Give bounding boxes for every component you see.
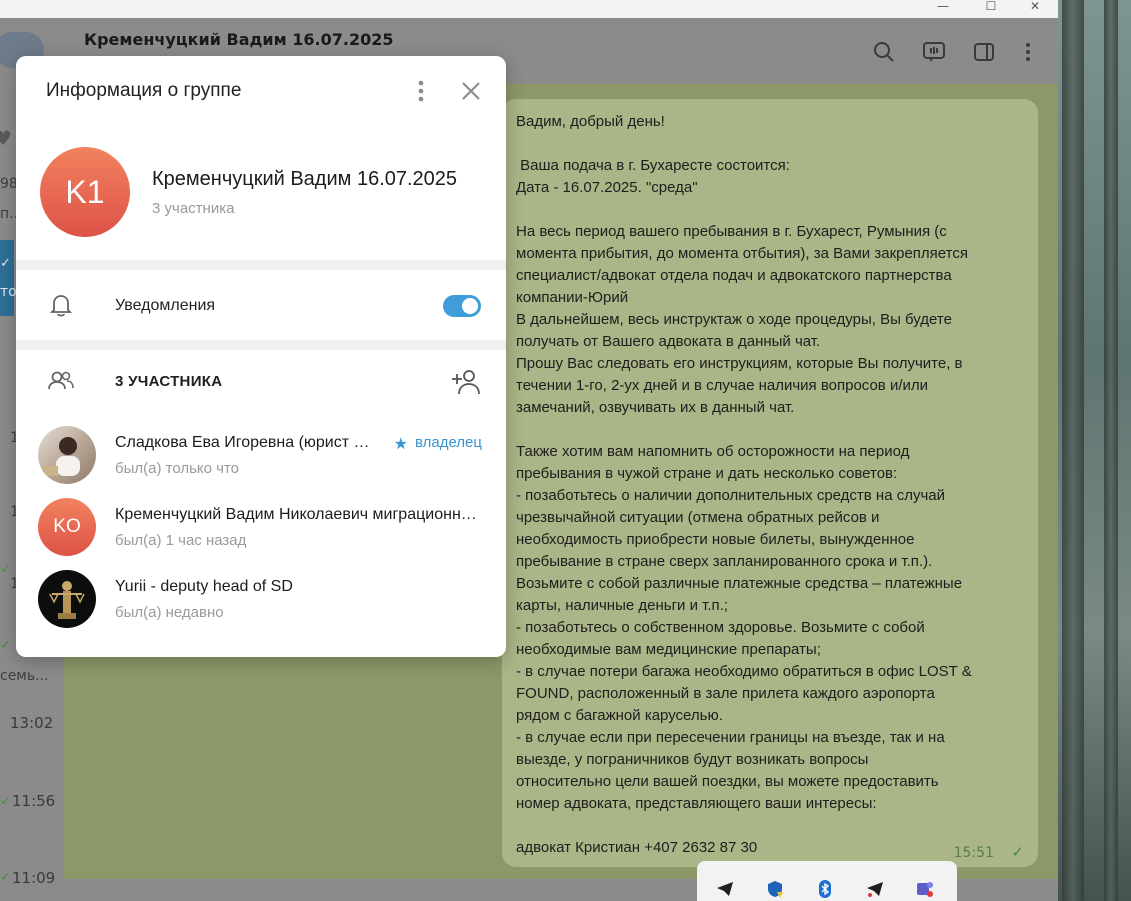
group-member-count: 3 участника (152, 200, 235, 217)
tree-trunk (1104, 0, 1118, 901)
section-divider (16, 340, 506, 350)
search-icon[interactable] (872, 40, 896, 64)
member-avatar (38, 426, 96, 484)
member-avatar (38, 570, 96, 628)
member-status: был(а) недавно (115, 604, 224, 621)
add-member-icon[interactable] (450, 367, 482, 397)
member-avatar: KO (38, 498, 96, 556)
telegram-icon[interactable] (715, 879, 735, 899)
group-members-icon (48, 371, 74, 390)
notifications-label: Уведомления (115, 297, 216, 314)
member-name: Кременчуцкий Вадим Николаевич миграционн… (115, 506, 483, 523)
read-check-icon: ✓ (1011, 843, 1024, 861)
more-options-icon[interactable] (408, 78, 434, 104)
member-row[interactable]: KO Кременчуцкий Вадим Николаевич миграци… (16, 498, 506, 568)
member-row[interactable]: Yurii - deputy head of SD был(а) недавно (16, 570, 506, 640)
group-avatar[interactable]: K1 (40, 147, 130, 237)
sidebar-toggle-icon[interactable] (972, 40, 996, 64)
read-check-icon: ✓ (0, 794, 11, 809)
chat-preview-fragment: то (0, 284, 17, 300)
minimize-button[interactable]: — (920, 0, 966, 18)
dialog-title: Информация о группе (46, 80, 242, 101)
members-header: 3 УЧАСТНИКА (115, 373, 223, 390)
member-status: был(а) 1 час назад (115, 532, 247, 549)
member-row[interactable]: Сладкова Ева Игоревна (юрист по миграцио… (16, 426, 506, 496)
teams-icon[interactable] (915, 879, 935, 899)
system-tray-overflow (697, 861, 957, 901)
chat-time: 11:09 (12, 869, 56, 887)
chat-time: 11:56 (12, 792, 56, 810)
bluetooth-icon[interactable] (815, 879, 835, 899)
section-divider (16, 260, 506, 270)
bell-icon (49, 295, 73, 317)
notifications-toggle[interactable] (443, 295, 481, 317)
read-check-icon: ✓ (0, 256, 11, 271)
heart-icon: ♥ (0, 126, 12, 150)
more-menu-icon[interactable] (1016, 40, 1040, 64)
member-name: Сладкова Ева Игоревна (юрист по миграцио… (115, 434, 377, 451)
read-check-icon: ✓ (0, 870, 11, 885)
read-check-icon: ✓ (0, 638, 11, 653)
group-info-dialog: Информация о группе K1 Кременчуцкий Вади… (16, 56, 506, 657)
star-icon: ★ (393, 434, 408, 453)
chat-time: 13:02 (10, 714, 54, 732)
group-name: Кременчуцкий Вадим 16.07.2025 (152, 168, 458, 190)
chat-preview-fragment: семь... (0, 668, 49, 684)
desktop-background (1058, 0, 1131, 901)
maximize-button[interactable]: ☐ (968, 0, 1014, 18)
close-window-button[interactable]: ✕ (1012, 0, 1058, 18)
close-icon[interactable] (458, 78, 484, 104)
security-shield-icon[interactable] (765, 879, 785, 899)
member-name: Yurii - deputy head of SD (115, 578, 293, 595)
title-bar: — ☐ ✕ (0, 0, 1058, 18)
member-status: был(а) только что (115, 460, 240, 477)
member-role-owner: владелец (414, 434, 482, 451)
message-time: 15:51 (953, 845, 994, 861)
message-bubble[interactable]: Вадим, добрый день! Ваша подача в г. Бух… (502, 99, 1038, 867)
chat-title[interactable]: Кременчуцкий Вадим 16.07.2025 (84, 30, 393, 49)
voice-chat-icon[interactable] (922, 40, 946, 64)
toggle-knob (462, 298, 478, 314)
tree-trunk (1062, 0, 1084, 901)
selected-chat-indicator[interactable] (0, 240, 14, 316)
telegram-icon[interactable] (865, 879, 885, 899)
read-check-icon: ✓ (0, 562, 11, 577)
message-text: Вадим, добрый день! Ваша подача в г. Бух… (516, 113, 972, 856)
